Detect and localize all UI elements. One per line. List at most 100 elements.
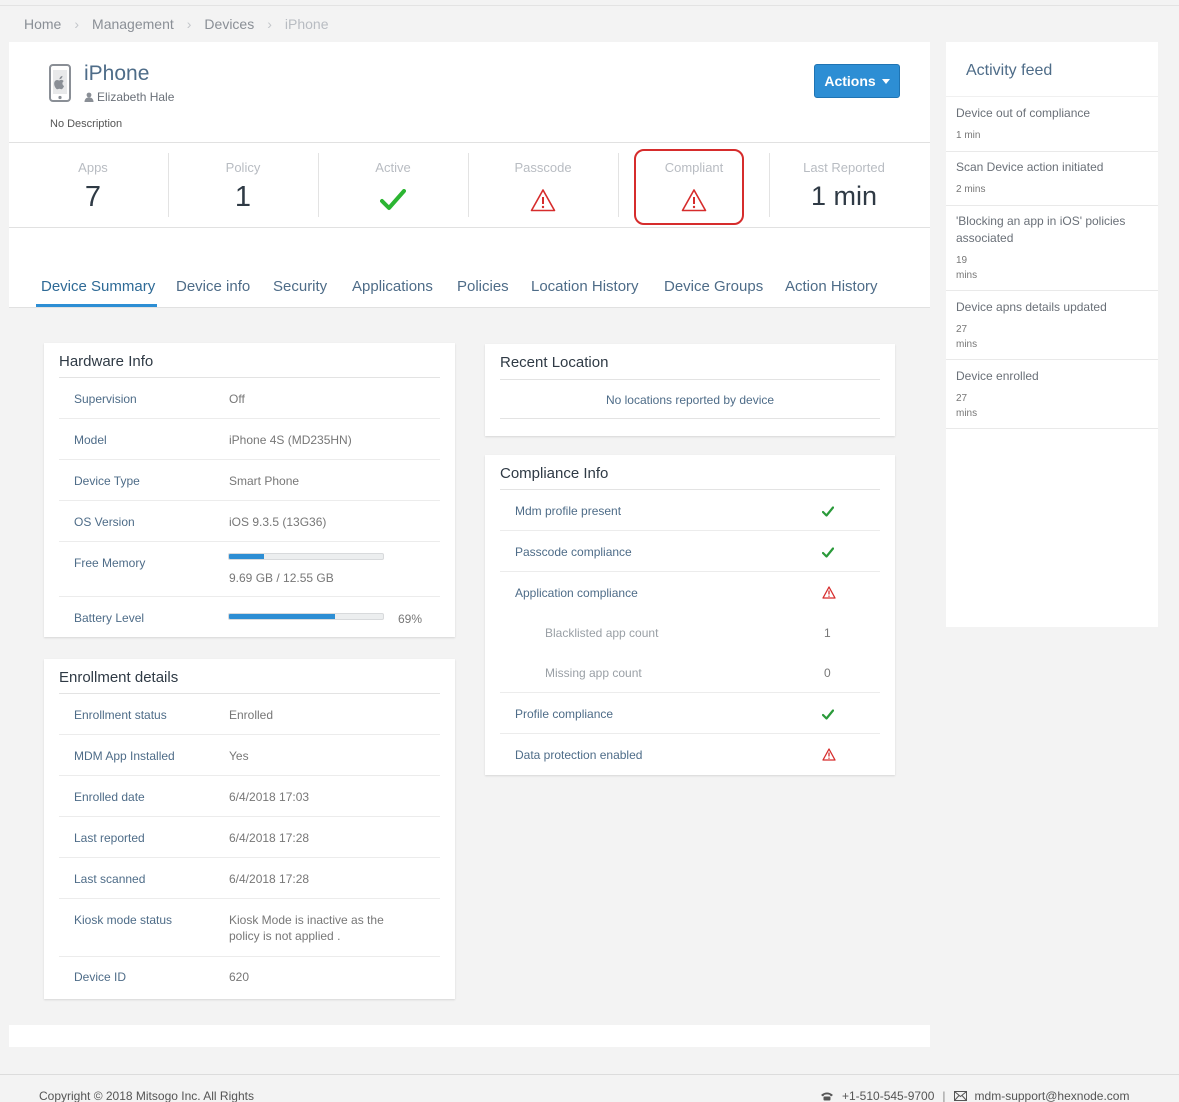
breadcrumb-home[interactable]: Home (24, 16, 61, 32)
feed-item-time: 1 min (956, 130, 981, 141)
stats-bar: Apps 7 Policy 1 Active Passcode Complian (9, 142, 930, 228)
tab-device-groups[interactable]: Device Groups (664, 278, 763, 307)
profile-compliance-label: Profile compliance (515, 707, 614, 721)
feed-item[interactable]: Device out of compliance 1 min (946, 105, 1158, 152)
tab-device-info[interactable]: Device info (176, 278, 250, 307)
data-protection-enabled-label: Data protection enabled (515, 748, 643, 762)
row-divider (59, 418, 440, 419)
breadcrumb-management[interactable]: Management (92, 16, 174, 32)
feed-item-text: Device apns details updated (956, 300, 1107, 314)
breadcrumb: Home › Management › Devices › iPhone (24, 15, 328, 33)
footer-contact: +1-510-545-9700 | mdm-support@hexnode.co… (820, 1089, 1129, 1102)
top-rule (0, 5, 1179, 6)
stat-policy-label: Policy (225, 160, 261, 175)
blacklisted-app-count-value: 1 (824, 626, 831, 640)
feed-item[interactable]: Device enrolled 27 mins (946, 368, 1158, 429)
device-id-label: Device ID (74, 970, 127, 984)
device-description: No Description (50, 118, 123, 130)
feed-item-time: 27 mins (956, 393, 978, 419)
application-compliance-label: Application compliance (515, 586, 638, 600)
panel-divider (500, 418, 880, 419)
tab-action-history[interactable]: Action History (785, 278, 878, 307)
battery-level-bar (228, 613, 384, 620)
actions-button[interactable]: Actions (814, 64, 900, 98)
last-scanned-value: 6/4/2018 17:28 (229, 872, 310, 886)
caret-down-icon (881, 78, 890, 84)
stat-apps[interactable]: Apps 7 (18, 143, 168, 229)
support-email[interactable]: mdm-support@hexnode.com (975, 1089, 1130, 1102)
kiosk-mode-status-value: Kiosk Mode is inactive as the policy is … (229, 913, 384, 943)
last-reported-label: Last reported (74, 831, 145, 845)
device-user-name[interactable]: Elizabeth Hale (97, 90, 174, 104)
user-icon (84, 92, 94, 102)
breadcrumb-current: iPhone (284, 16, 329, 32)
row-divider (59, 541, 440, 542)
active-tab-indicator (36, 304, 157, 307)
panel-divider (500, 379, 880, 380)
mdm-profile-present-label: Mdm profile present (515, 504, 622, 518)
recent-location-title: Recent Location (500, 354, 609, 371)
row-divider (500, 692, 880, 693)
enrolled-date-value: 6/4/2018 17:03 (229, 790, 310, 804)
row-divider (500, 530, 880, 531)
stat-active: Active (318, 143, 468, 229)
tab-security[interactable]: Security (273, 278, 327, 307)
feed-item-text: Scan Device action initiated (956, 160, 1104, 174)
stat-active-label: Active (375, 160, 411, 175)
mdm-app-installed-value: Yes (229, 749, 249, 763)
feed-item-time: 2 mins (956, 184, 986, 195)
device-detail-card: iPhone Elizabeth Hale No Description Act… (9, 42, 930, 1047)
stat-last-reported-value: 1 min (810, 181, 878, 211)
compliant-highlight-box (634, 149, 744, 225)
row-divider (59, 816, 440, 817)
support-phone[interactable]: +1-510-545-9700 (842, 1089, 934, 1102)
footer-copyright: Copyright © 2018 Mitsogo Inc. All Rights (39, 1089, 254, 1102)
tab-policies[interactable]: Policies (457, 278, 509, 307)
chevron-right-icon: › (267, 16, 272, 32)
feed-item[interactable]: Scan Device action initiated 2 mins (946, 159, 1158, 206)
breadcrumb-devices[interactable]: Devices (204, 16, 254, 32)
tab-device-summary[interactable]: Device Summary (41, 278, 155, 307)
activity-feed-title: Activity feed (966, 62, 1053, 79)
hardware-info-panel: Hardware Info Supervision Off Model iPho… (44, 343, 455, 637)
free-memory-bar (228, 553, 384, 560)
activity-feed-panel: Activity feed Device out of compliance 1… (946, 42, 1158, 627)
row-divider (500, 571, 880, 572)
check-icon (822, 506, 834, 517)
hardware-info-title: Hardware Info (59, 353, 154, 370)
stat-apps-value: 7 (84, 181, 102, 213)
warning-icon (822, 586, 836, 599)
mail-icon (953, 1091, 967, 1101)
warning-icon (530, 189, 556, 212)
device-type-label: Device Type (74, 474, 140, 488)
stat-policy-value: 1 (234, 181, 252, 213)
tab-applications[interactable]: Applications (352, 278, 433, 307)
os-version-value: iOS 9.3.5 (13G36) (229, 515, 327, 529)
footer-separator: | (942, 1089, 946, 1102)
iphone-icon (49, 64, 71, 102)
row-divider (59, 898, 440, 899)
passcode-compliance-label: Passcode compliance (515, 545, 632, 559)
free-memory-bar-fill (229, 554, 265, 559)
model-value: iPhone 4S (MD235HN) (229, 433, 352, 447)
row-divider (500, 733, 880, 734)
device-user: Elizabeth Hale (84, 90, 174, 104)
free-memory-value: 9.69 GB / 12.55 GB (229, 571, 334, 585)
tab-location-history[interactable]: Location History (531, 278, 639, 307)
stat-policy[interactable]: Policy 1 (168, 143, 318, 229)
tab-bar: Device Summary Device info Security Appl… (9, 278, 930, 308)
battery-level-bar-fill (229, 614, 336, 619)
panel-divider (59, 377, 440, 378)
enrollment-details-panel: Enrollment details Enrollment status Enr… (44, 659, 455, 999)
row-divider (59, 459, 440, 460)
feed-item[interactable]: 'Blocking an app in iOS' policies associ… (946, 213, 1158, 291)
check-icon (380, 189, 406, 210)
feed-item[interactable]: Device apns details updated 27 mins (946, 299, 1158, 360)
feed-item-text: 'Blocking an app in iOS' policies associ… (956, 214, 1126, 245)
warning-icon (822, 748, 836, 761)
check-icon (822, 547, 834, 558)
blacklisted-app-count-label: Blacklisted app count (545, 626, 659, 640)
feed-item-time: 19 mins (956, 255, 978, 281)
free-memory-label: Free Memory (74, 556, 146, 570)
row-divider (59, 857, 440, 858)
